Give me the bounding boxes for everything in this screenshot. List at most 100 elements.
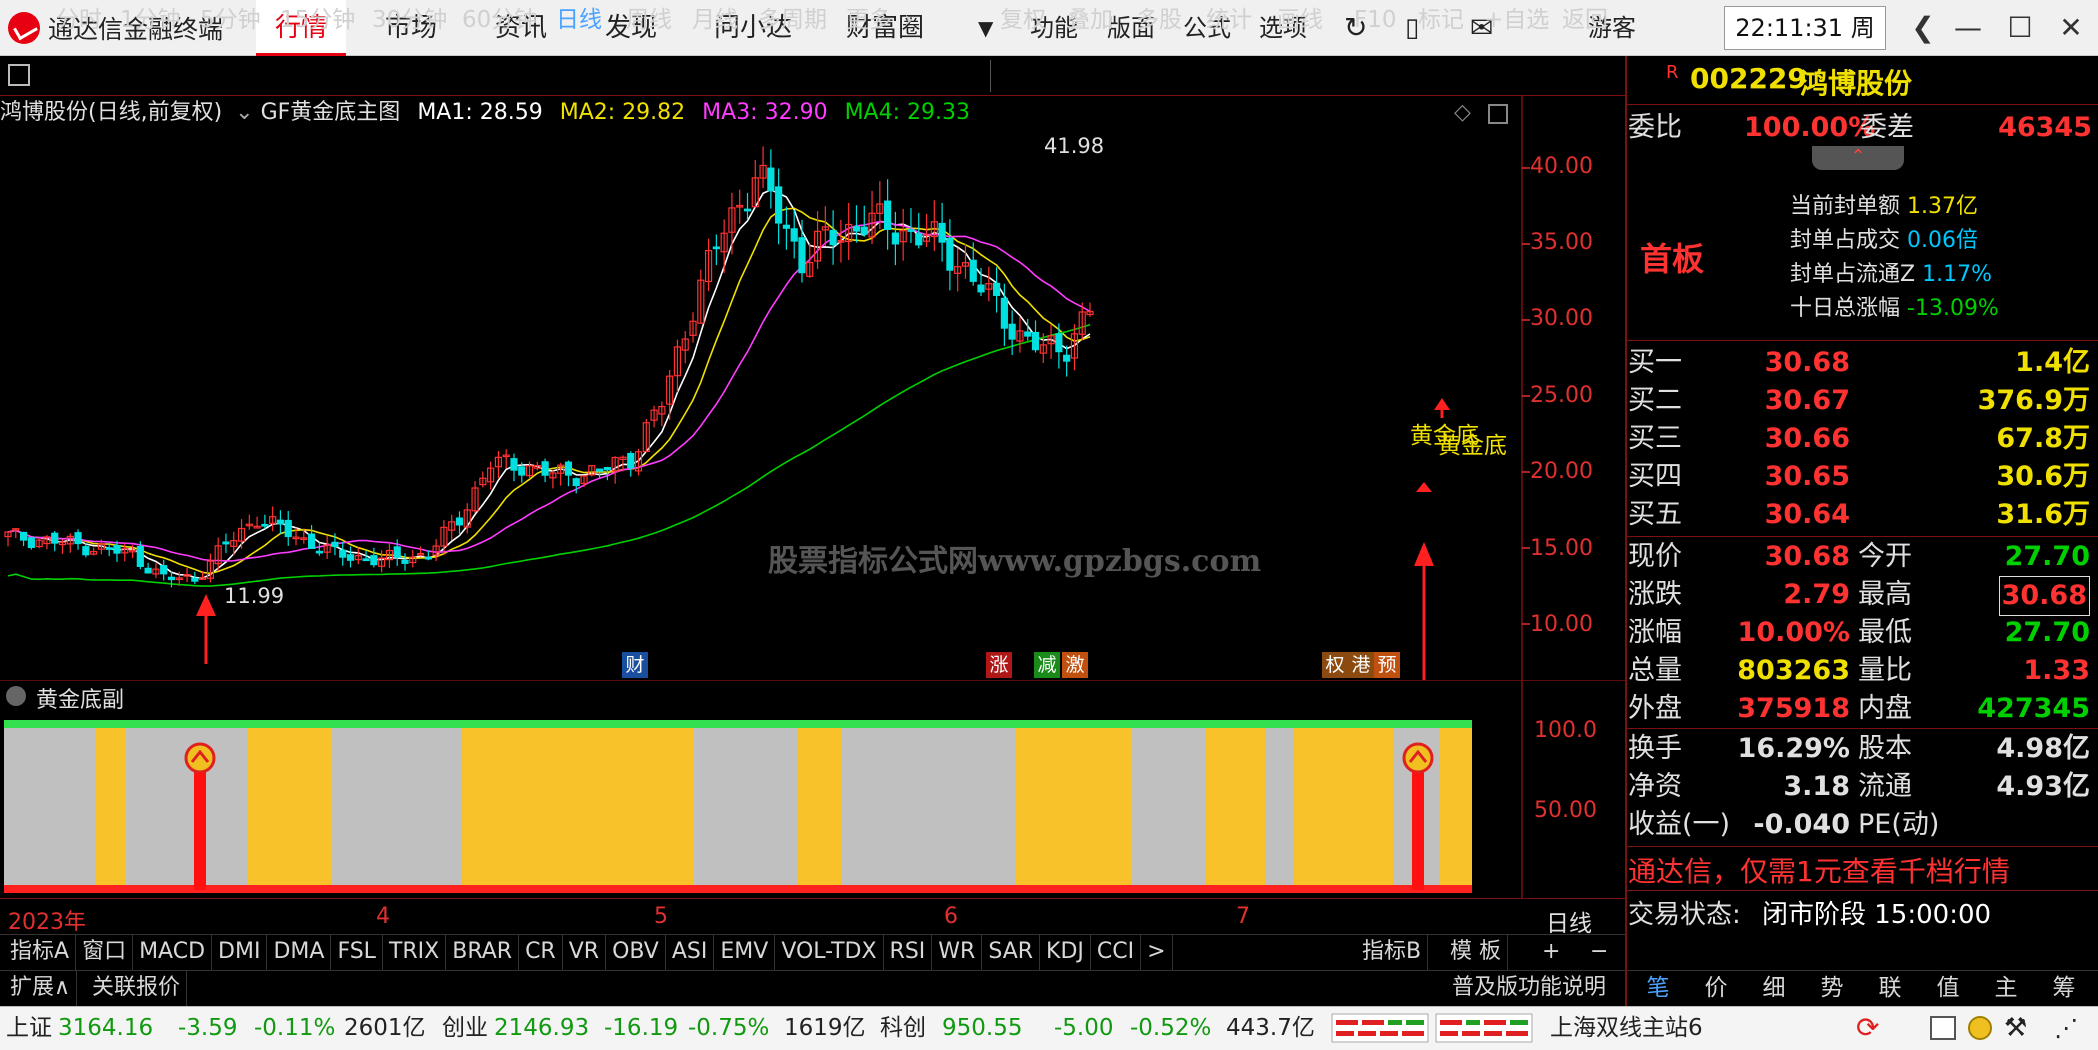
detail-tab[interactable]: 筹 (2038, 970, 2090, 1006)
tab-kdj[interactable]: KDJ (1040, 934, 1091, 970)
bid-row[interactable]: 买四 30.65 30.6万 (1628, 458, 2094, 496)
indicator-band (798, 728, 842, 885)
tab-more[interactable]: > (1141, 934, 1173, 970)
detail-tab[interactable]: 联 (1864, 970, 1916, 1006)
detail-tab[interactable]: 价 (1690, 970, 1742, 1006)
detail-tab[interactable]: 值 (1922, 970, 1974, 1006)
tab-brar[interactable]: BRAR (446, 934, 520, 970)
related-quote-button[interactable]: 关联报价 (86, 970, 188, 1006)
action-fanhui[interactable]: 返回 (1562, 0, 1608, 40)
action-fuquan[interactable]: 复权 (1000, 0, 1046, 40)
close-icon[interactable]: ✕ (2048, 0, 2094, 56)
detail-tab[interactable]: 势 (1806, 970, 1858, 1006)
period-weekly[interactable]: 周线 (626, 0, 672, 40)
detail-tab[interactable]: 细 (1748, 970, 1800, 1006)
action-biaoji[interactable]: 标记 (1418, 0, 1464, 40)
index-sh-name[interactable]: 上证 (6, 1006, 52, 1050)
candle-body (455, 517, 464, 526)
action-duogu[interactable]: 多股 (1136, 0, 1182, 40)
remove-indicator-button[interactable]: − (1584, 934, 1614, 970)
bid-row[interactable]: 买五 30.64 31.6万 (1628, 496, 2094, 534)
event-badge-zhang[interactable]: 涨 (986, 652, 1012, 678)
event-badge-ji[interactable]: 激 (1062, 652, 1088, 678)
bid-price: 30.67 (1764, 385, 1850, 416)
tab-wr[interactable]: WR (932, 934, 983, 970)
tab-emv[interactable]: EMV (714, 934, 776, 970)
event-badge-quan[interactable]: 权 (1322, 652, 1348, 678)
tab-cci[interactable]: CCI (1091, 934, 1142, 970)
resize-grip-icon[interactable]: ⋰ (2054, 1006, 2078, 1050)
detail-tab[interactable]: 笔 (1632, 970, 1684, 1006)
action-diejia[interactable]: 叠加 (1067, 0, 1113, 40)
tab-cr[interactable]: CR (519, 934, 563, 970)
period-fenshi[interactable]: 分时 (56, 0, 102, 40)
action-f10[interactable]: F10 (1354, 0, 1397, 40)
tab-window[interactable]: 窗口 (76, 934, 134, 970)
period-more[interactable]: 更多 (846, 0, 892, 40)
period-5min[interactable]: 5分钟 (200, 0, 261, 40)
tab-rsi[interactable]: RSI (884, 934, 933, 970)
sub-chart-toggle-icon[interactable] (6, 686, 26, 706)
tab-vol-tdx[interactable]: VOL-TDX (775, 934, 884, 970)
event-badge-gang[interactable]: 港 (1348, 652, 1374, 678)
bid-row[interactable]: 买一 30.68 1.4亿 (1628, 344, 2094, 382)
tab-dma[interactable]: DMA (267, 934, 332, 970)
period-multi[interactable]: 多周期 (758, 0, 827, 40)
bid-row[interactable]: 买二 30.67 376.9万 (1628, 382, 2094, 420)
refresh-connection-icon[interactable]: ⟳ (1856, 1006, 1879, 1050)
panel-toggle-icon[interactable] (1488, 104, 1508, 124)
tab-template[interactable]: 模 板 (1444, 934, 1508, 970)
date-label: 7 (1236, 904, 1250, 929)
tab-vr[interactable]: VR (563, 934, 607, 970)
indicator-dropdown-icon[interactable]: ⌄ (235, 100, 253, 125)
period-monthly[interactable]: 月线 (692, 0, 738, 40)
index-kc-name[interactable]: 科创 (880, 1006, 926, 1050)
event-badge-cai[interactable]: 财 (622, 652, 648, 678)
server-label[interactable]: 上海双线主站6 (1550, 1006, 1703, 1050)
period-60min[interactable]: 60分钟 (462, 0, 537, 40)
main-indicator-name[interactable]: GF黄金底主图 (261, 100, 401, 125)
promo-text[interactable]: 通达信，仅需1元查看千档行情 (1628, 850, 2010, 890)
index-cy-name[interactable]: 创业 (442, 1006, 488, 1050)
tab-fsl[interactable]: FSL (331, 934, 383, 970)
notes-icon[interactable] (1930, 1016, 1956, 1040)
indicator-band (1016, 728, 1132, 885)
expand-button[interactable]: 扩展∧ (4, 970, 78, 1006)
tab-dmi[interactable]: DMI (212, 934, 268, 970)
minimize-icon[interactable]: — (1945, 0, 1991, 56)
event-badge-jian[interactable]: 减 (1034, 652, 1060, 678)
tab-indicator-b[interactable]: 指标B (1356, 934, 1429, 970)
action-zixuan[interactable]: +自选 (1484, 0, 1549, 40)
help-link[interactable]: 普及版功能说明 (1446, 970, 1612, 1006)
period-1min[interactable]: 1分钟 (120, 0, 181, 40)
diamond-icon[interactable]: ◇ (1454, 100, 1471, 125)
ma2-line (7, 207, 1091, 575)
chevron-right-icon[interactable]: › (904, 0, 913, 40)
period-15min[interactable]: 15分钟 (280, 0, 355, 40)
sub-indicator-chart[interactable] (0, 680, 1625, 898)
back-arrow-icon[interactable]: ❮ (1900, 0, 1946, 56)
period-daily[interactable]: 日线 (556, 0, 602, 40)
settings-icon[interactable]: ⚒ (2004, 1006, 2027, 1050)
tab-obv[interactable]: OBV (606, 934, 666, 970)
add-indicator-button[interactable]: + (1536, 934, 1566, 970)
maximize-icon[interactable]: ☐ (1997, 0, 2043, 56)
fund-value: 4.98亿 (1996, 733, 2090, 764)
period-30min[interactable]: 30分钟 (372, 0, 447, 40)
detail-tab[interactable]: 主 (1980, 970, 2032, 1006)
collapse-icon[interactable]: ⌃ (1812, 146, 1904, 170)
tab-sar[interactable]: SAR (982, 934, 1041, 970)
tab-macd[interactable]: MACD (133, 934, 213, 970)
bid-row[interactable]: 买三 30.66 67.8万 (1628, 420, 2094, 458)
action-tongji[interactable]: 统计 (1206, 0, 1252, 40)
event-badge-yu[interactable]: 预 (1374, 652, 1400, 678)
more-dropdown-icon[interactable]: ▼ (978, 0, 993, 56)
action-huaxian[interactable]: 画线 (1277, 0, 1323, 40)
quote-value: 427345 (1977, 693, 2090, 724)
layout-icon[interactable] (8, 64, 30, 86)
coin-icon[interactable] (1968, 1016, 1992, 1040)
tab-indicator-a[interactable]: 指标A (4, 934, 77, 970)
tab-asi[interactable]: ASI (666, 934, 715, 970)
sub-chart-title[interactable]: 黄金底副 (36, 682, 124, 714)
tab-trix[interactable]: TRIX (383, 934, 447, 970)
